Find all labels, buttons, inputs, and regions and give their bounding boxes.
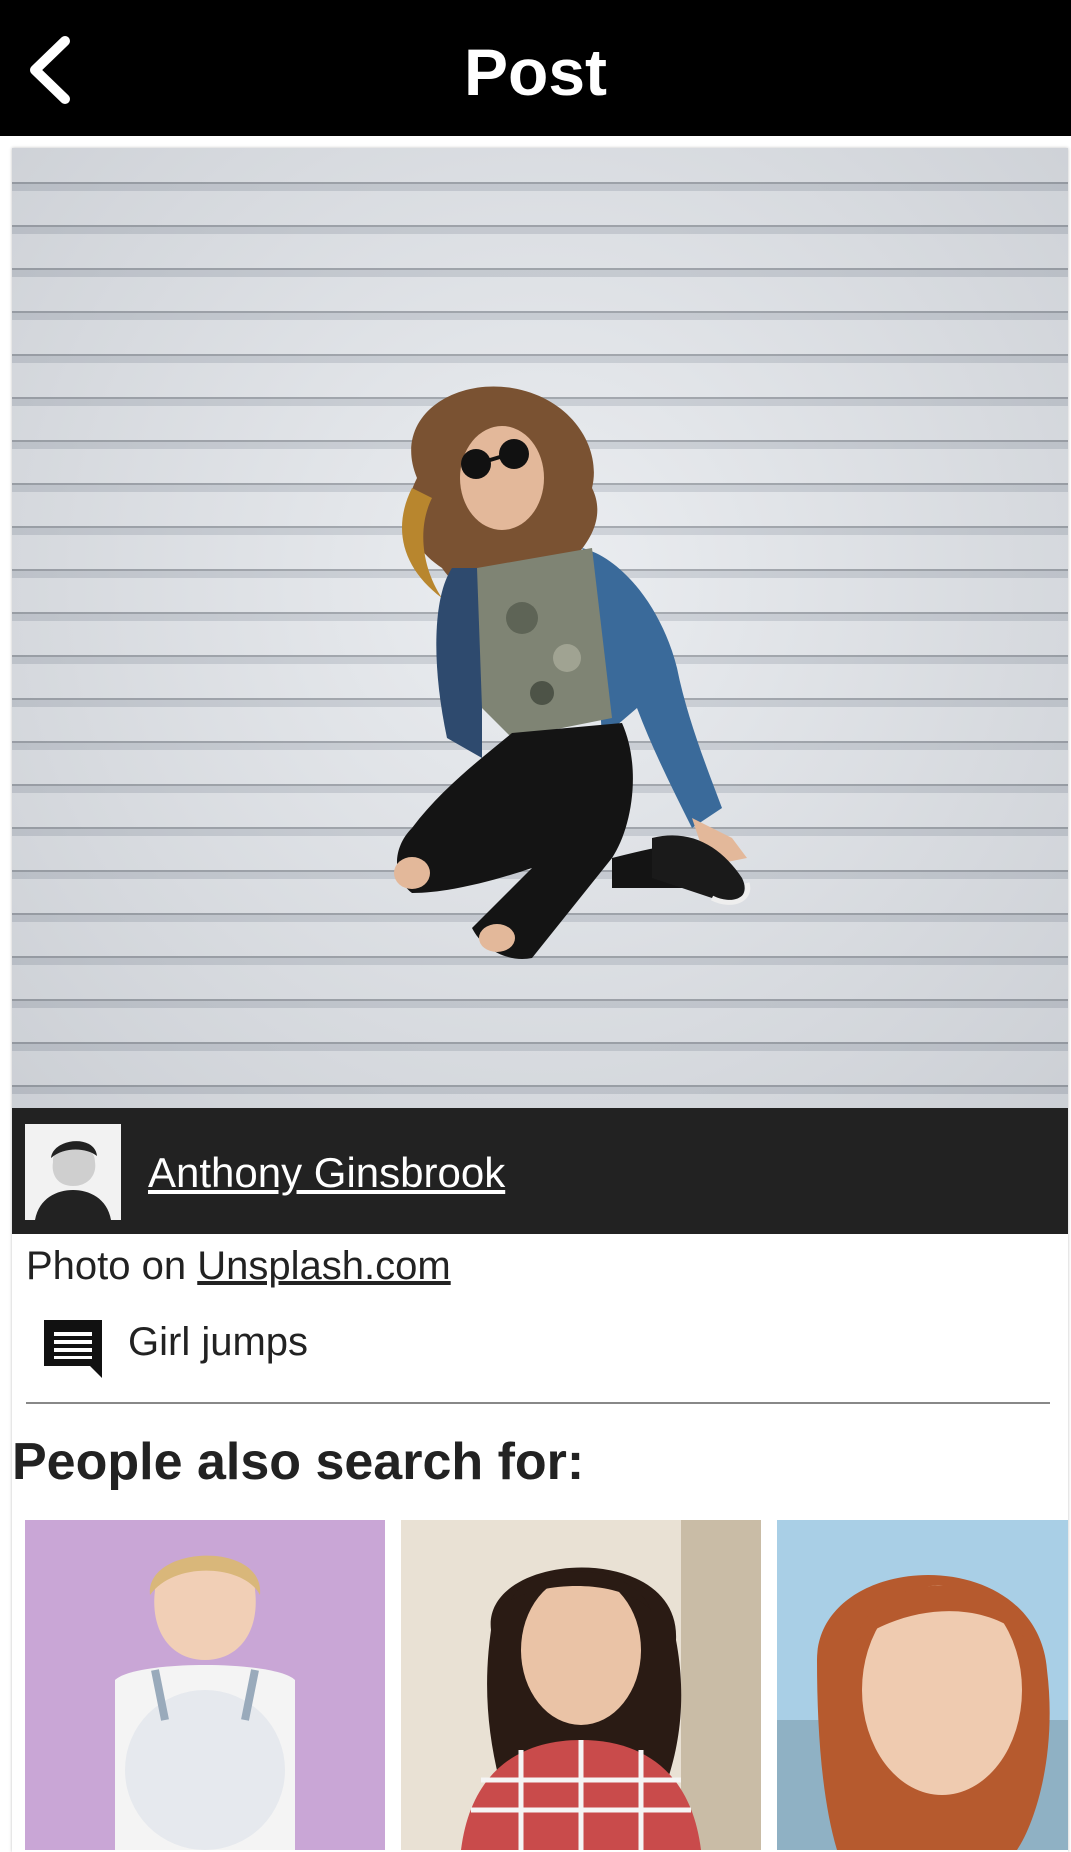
page-title: Post — [463, 35, 608, 109]
post-description: Girl jumps — [128, 1320, 309, 1364]
unsplash-link[interactable]: Unsplash.com — [197, 1244, 450, 1288]
photo-source: Photo on Unsplash.com — [26, 1234, 451, 1298]
app-bar: Post — [0, 0, 1071, 136]
divider — [26, 1402, 1050, 1404]
related-photo — [25, 1520, 385, 1850]
avatar[interactable] — [25, 1124, 121, 1220]
source-prefix: Photo on — [26, 1244, 198, 1288]
comment-icon — [44, 1320, 102, 1378]
jumping-girl-illustration — [394, 386, 751, 959]
author-bar: Anthony Ginsbrook — [12, 1108, 1068, 1234]
post-card: Anthony Ginsbrook Photo on Unsplash.com … — [12, 148, 1068, 1852]
related-list — [25, 1520, 1068, 1850]
related-thumb[interactable] — [777, 1520, 1068, 1850]
related-title: People also search for: — [12, 1433, 585, 1491]
related-thumb[interactable] — [25, 1520, 385, 1850]
related-thumb[interactable] — [401, 1520, 761, 1850]
related-photo — [777, 1520, 1068, 1850]
author-portrait — [25, 1124, 121, 1220]
post-photo[interactable] — [12, 148, 1068, 1108]
related-photo — [401, 1520, 761, 1850]
author-name-link[interactable]: Anthony Ginsbrook — [148, 1148, 505, 1198]
